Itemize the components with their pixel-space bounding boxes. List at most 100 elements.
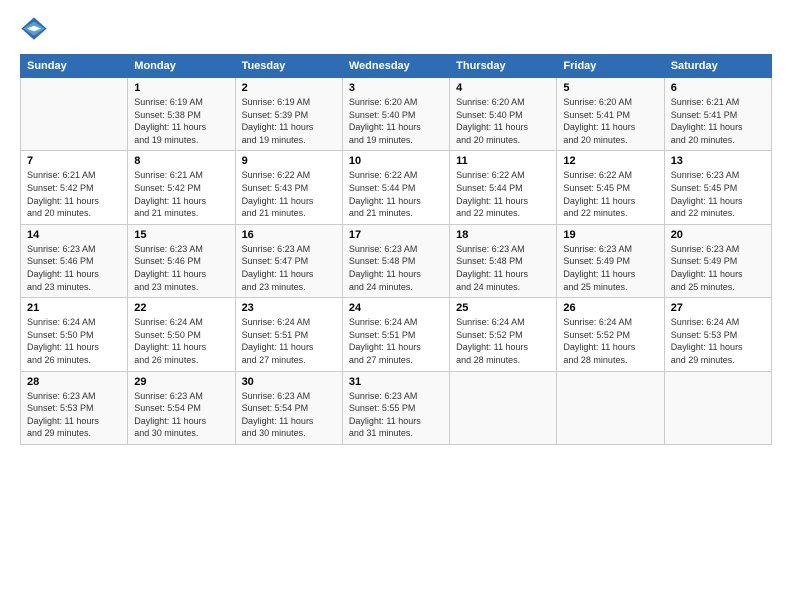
calendar-cell: 15 Sunrise: 6:23 AMSunset: 5:46 PMDayligh… [128, 224, 235, 297]
calendar-cell: 14 Sunrise: 6:23 AMSunset: 5:46 PMDayligh… [21, 224, 128, 297]
day-info: Sunrise: 6:24 AMSunset: 5:50 PMDaylight:… [27, 316, 121, 366]
day-number: 26 [563, 302, 657, 314]
day-info: Sunrise: 6:24 AMSunset: 5:52 PMDaylight:… [563, 316, 657, 366]
calendar-cell: 4 Sunrise: 6:20 AMSunset: 5:40 PMDaylight… [450, 78, 557, 151]
day-number: 16 [242, 229, 336, 241]
day-info: Sunrise: 6:22 AMSunset: 5:45 PMDaylight:… [563, 169, 657, 219]
day-number: 8 [134, 155, 228, 167]
day-info: Sunrise: 6:22 AMSunset: 5:44 PMDaylight:… [349, 169, 443, 219]
calendar-cell: 13 Sunrise: 6:23 AMSunset: 5:45 PMDayligh… [664, 151, 771, 224]
calendar-table: SundayMondayTuesdayWednesdayThursdayFrid… [20, 54, 772, 445]
day-info: Sunrise: 6:23 AMSunset: 5:48 PMDaylight:… [349, 243, 443, 293]
day-info: Sunrise: 6:23 AMSunset: 5:55 PMDaylight:… [349, 390, 443, 440]
day-number: 1 [134, 82, 228, 94]
day-number: 17 [349, 229, 443, 241]
calendar-cell: 11 Sunrise: 6:22 AMSunset: 5:44 PMDayligh… [450, 151, 557, 224]
day-number: 28 [27, 376, 121, 388]
day-number: 12 [563, 155, 657, 167]
day-info: Sunrise: 6:23 AMSunset: 5:49 PMDaylight:… [671, 243, 765, 293]
day-info: Sunrise: 6:23 AMSunset: 5:48 PMDaylight:… [456, 243, 550, 293]
calendar-cell: 7 Sunrise: 6:21 AMSunset: 5:42 PMDaylight… [21, 151, 128, 224]
day-info: Sunrise: 6:22 AMSunset: 5:43 PMDaylight:… [242, 169, 336, 219]
calendar-cell: 17 Sunrise: 6:23 AMSunset: 5:48 PMDayligh… [342, 224, 449, 297]
day-number: 25 [456, 302, 550, 314]
day-info: Sunrise: 6:19 AMSunset: 5:39 PMDaylight:… [242, 96, 336, 146]
day-info: Sunrise: 6:20 AMSunset: 5:40 PMDaylight:… [349, 96, 443, 146]
day-number: 11 [456, 155, 550, 167]
day-number: 9 [242, 155, 336, 167]
logo [20, 16, 52, 44]
day-info: Sunrise: 6:22 AMSunset: 5:44 PMDaylight:… [456, 169, 550, 219]
calendar-cell: 8 Sunrise: 6:21 AMSunset: 5:42 PMDaylight… [128, 151, 235, 224]
header-cell-wednesday: Wednesday [342, 55, 449, 78]
header-cell-thursday: Thursday [450, 55, 557, 78]
day-number: 30 [242, 376, 336, 388]
calendar-cell: 25 Sunrise: 6:24 AMSunset: 5:52 PMDayligh… [450, 298, 557, 371]
day-info: Sunrise: 6:23 AMSunset: 5:53 PMDaylight:… [27, 390, 121, 440]
day-number: 20 [671, 229, 765, 241]
calendar-cell: 19Sunrise: 6:23 AMSunset: 5:49 PMDayligh… [557, 224, 664, 297]
calendar-cell: 5 Sunrise: 6:20 AMSunset: 5:41 PMDaylight… [557, 78, 664, 151]
calendar-cell: 29Sunrise: 6:23 AMSunset: 5:54 PMDayligh… [128, 371, 235, 444]
day-number: 5 [563, 82, 657, 94]
day-info: Sunrise: 6:23 AMSunset: 5:45 PMDaylight:… [671, 169, 765, 219]
calendar-cell: 10 Sunrise: 6:22 AMSunset: 5:44 PMDayligh… [342, 151, 449, 224]
day-number: 23 [242, 302, 336, 314]
day-number: 4 [456, 82, 550, 94]
day-info: Sunrise: 6:24 AMSunset: 5:53 PMDaylight:… [671, 316, 765, 366]
calendar-cell: 21 Sunrise: 6:24 AMSunset: 5:50 PMDayligh… [21, 298, 128, 371]
day-number: 7 [27, 155, 121, 167]
calendar-cell: 27 Sunrise: 6:24 AMSunset: 5:53 PMDayligh… [664, 298, 771, 371]
calendar-cell: 26 Sunrise: 6:24 AMSunset: 5:52 PMDayligh… [557, 298, 664, 371]
calendar-cell: 20 Sunrise: 6:23 AMSunset: 5:49 PMDayligh… [664, 224, 771, 297]
week-row-3: 14 Sunrise: 6:23 AMSunset: 5:46 PMDayligh… [21, 224, 772, 297]
calendar-cell: 28 Sunrise: 6:23 AMSunset: 5:53 PMDayligh… [21, 371, 128, 444]
calendar-cell: 23Sunrise: 6:24 AMSunset: 5:51 PMDayligh… [235, 298, 342, 371]
header-row: SundayMondayTuesdayWednesdayThursdayFrid… [21, 55, 772, 78]
day-number: 6 [671, 82, 765, 94]
calendar-cell: 30Sunrise: 6:23 AMSunset: 5:54 PMDayligh… [235, 371, 342, 444]
calendar-cell [664, 371, 771, 444]
header-cell-sunday: Sunday [21, 55, 128, 78]
calendar-cell: 31 Sunrise: 6:23 AMSunset: 5:55 PMDayligh… [342, 371, 449, 444]
calendar-cell: 16Sunrise: 6:23 AMSunset: 5:47 PMDayligh… [235, 224, 342, 297]
header [20, 16, 772, 44]
day-info: Sunrise: 6:24 AMSunset: 5:50 PMDaylight:… [134, 316, 228, 366]
calendar-cell: 9 Sunrise: 6:22 AMSunset: 5:43 PMDaylight… [235, 151, 342, 224]
calendar-cell [557, 371, 664, 444]
day-info: Sunrise: 6:23 AMSunset: 5:54 PMDaylight:… [134, 390, 228, 440]
day-number: 31 [349, 376, 443, 388]
day-number: 14 [27, 229, 121, 241]
calendar-cell: 6 Sunrise: 6:21 AMSunset: 5:41 PMDaylight… [664, 78, 771, 151]
day-number: 27 [671, 302, 765, 314]
calendar-cell: 3 Sunrise: 6:20 AMSunset: 5:40 PMDaylight… [342, 78, 449, 151]
calendar-cell [450, 371, 557, 444]
logo-icon [20, 16, 48, 44]
day-number: 15 [134, 229, 228, 241]
day-info: Sunrise: 6:24 AMSunset: 5:51 PMDaylight:… [349, 316, 443, 366]
day-number: 21 [27, 302, 121, 314]
day-info: Sunrise: 6:21 AMSunset: 5:41 PMDaylight:… [671, 96, 765, 146]
day-number: 2 [242, 82, 336, 94]
week-row-2: 7 Sunrise: 6:21 AMSunset: 5:42 PMDaylight… [21, 151, 772, 224]
day-number: 13 [671, 155, 765, 167]
day-number: 3 [349, 82, 443, 94]
day-info: Sunrise: 6:23 AMSunset: 5:46 PMDaylight:… [134, 243, 228, 293]
day-info: Sunrise: 6:21 AMSunset: 5:42 PMDaylight:… [134, 169, 228, 219]
day-number: 22 [134, 302, 228, 314]
calendar-cell: 12 Sunrise: 6:22 AMSunset: 5:45 PMDayligh… [557, 151, 664, 224]
day-info: Sunrise: 6:23 AMSunset: 5:46 PMDaylight:… [27, 243, 121, 293]
day-info: Sunrise: 6:24 AMSunset: 5:52 PMDaylight:… [456, 316, 550, 366]
calendar-cell: 18Sunrise: 6:23 AMSunset: 5:48 PMDayligh… [450, 224, 557, 297]
day-info: Sunrise: 6:20 AMSunset: 5:40 PMDaylight:… [456, 96, 550, 146]
header-cell-monday: Monday [128, 55, 235, 78]
day-number: 10 [349, 155, 443, 167]
week-row-5: 28 Sunrise: 6:23 AMSunset: 5:53 PMDayligh… [21, 371, 772, 444]
calendar-cell: 24Sunrise: 6:24 AMSunset: 5:51 PMDayligh… [342, 298, 449, 371]
header-cell-tuesday: Tuesday [235, 55, 342, 78]
day-info: Sunrise: 6:23 AMSunset: 5:49 PMDaylight:… [563, 243, 657, 293]
day-info: Sunrise: 6:21 AMSunset: 5:42 PMDaylight:… [27, 169, 121, 219]
header-cell-friday: Friday [557, 55, 664, 78]
day-info: Sunrise: 6:20 AMSunset: 5:41 PMDaylight:… [563, 96, 657, 146]
day-info: Sunrise: 6:19 AMSunset: 5:38 PMDaylight:… [134, 96, 228, 146]
